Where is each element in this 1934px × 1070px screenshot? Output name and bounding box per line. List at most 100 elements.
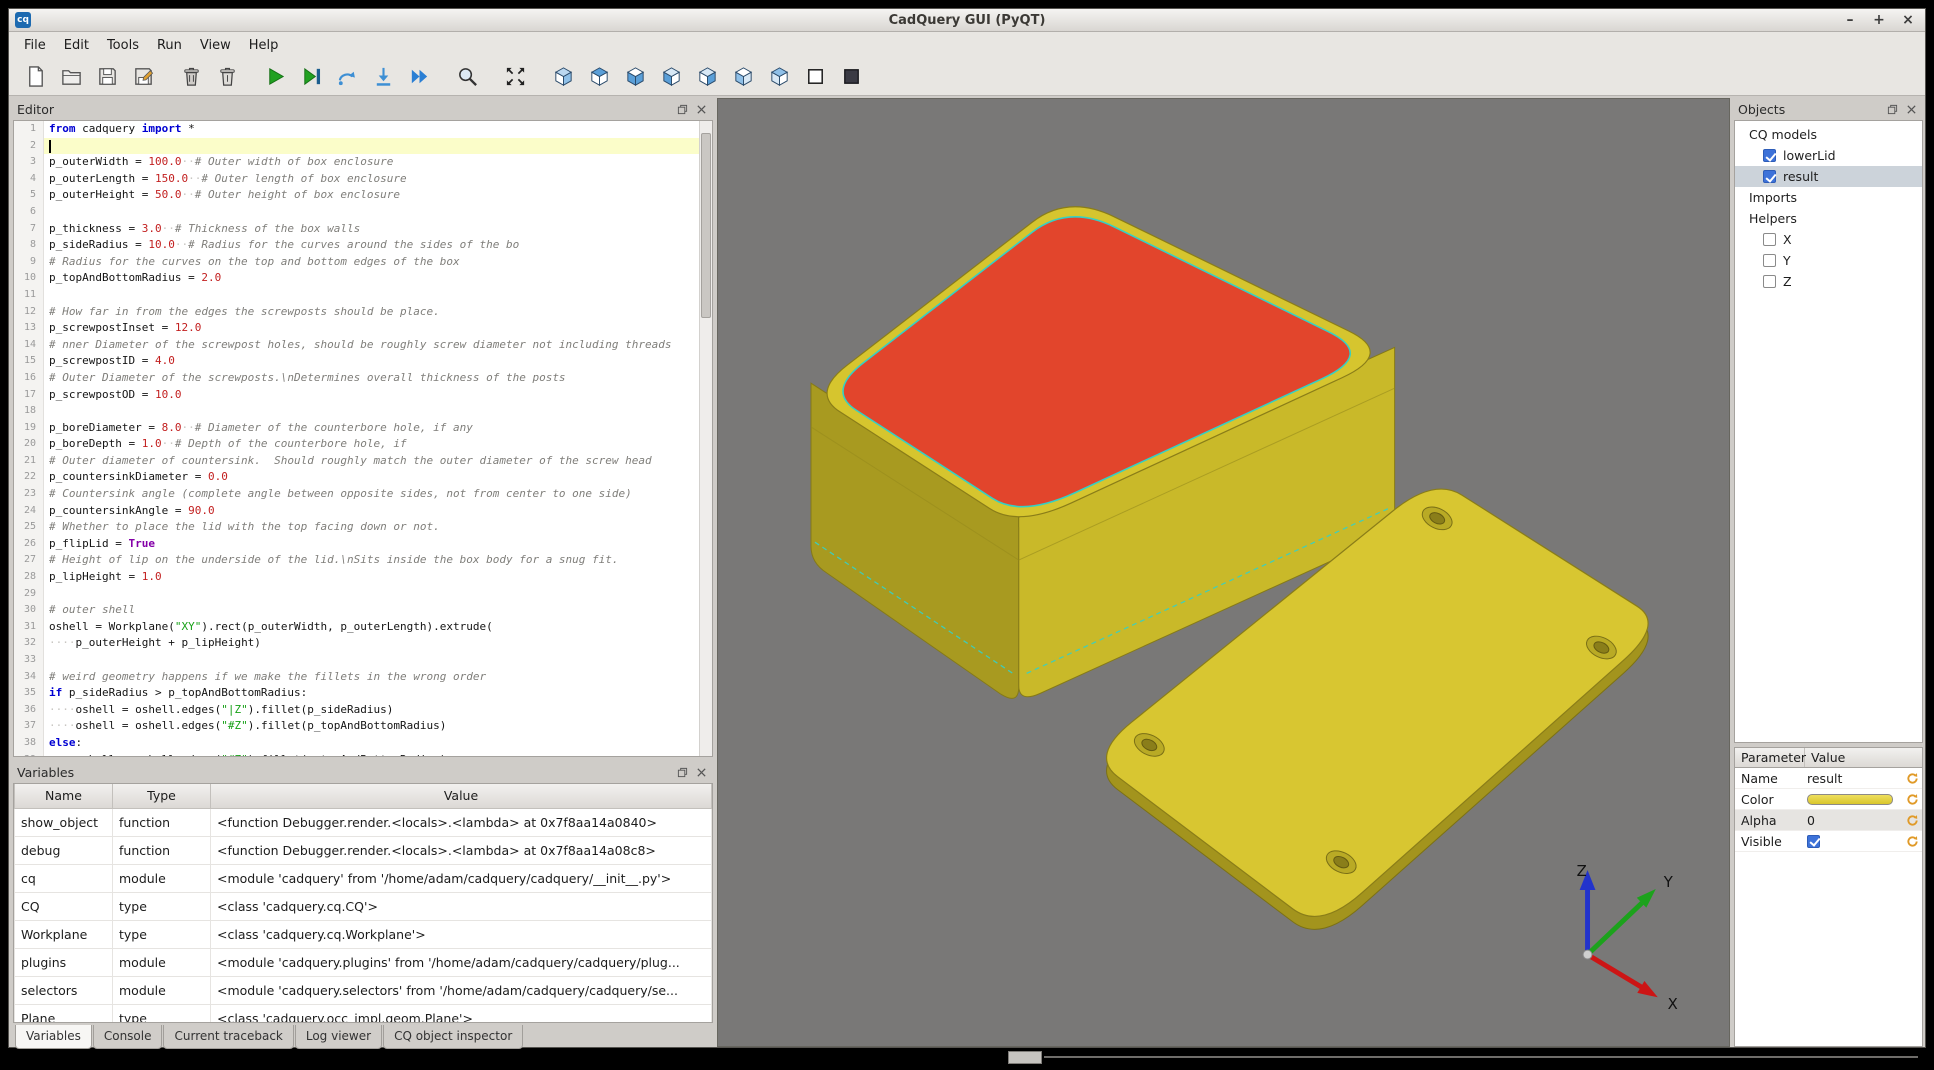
code-line-text: p_topAndBottomRadius = 2.0 bbox=[44, 270, 712, 287]
tree-item-result[interactable]: result bbox=[1735, 166, 1922, 187]
tree-label: Y bbox=[1783, 253, 1791, 268]
checkbox-y[interactable] bbox=[1763, 254, 1776, 267]
variable-cell: <function Debugger.render.<locals>.<lamb… bbox=[211, 808, 712, 836]
save-as-button[interactable] bbox=[129, 63, 157, 91]
visible-checkbox[interactable] bbox=[1807, 835, 1820, 848]
zoom-button[interactable] bbox=[453, 63, 481, 91]
minimize-button[interactable]: – bbox=[1843, 13, 1857, 27]
cube-front-button[interactable] bbox=[729, 63, 757, 91]
properties-header-value[interactable]: Value bbox=[1805, 748, 1851, 767]
tree-label: Imports bbox=[1749, 190, 1797, 205]
color-swatch[interactable] bbox=[1807, 794, 1893, 805]
property-value-color[interactable] bbox=[1805, 794, 1902, 805]
checkbox-x[interactable] bbox=[1763, 233, 1776, 246]
maximize-button[interactable]: + bbox=[1872, 13, 1886, 27]
variable-row-plugins[interactable]: pluginsmodule<module 'cadquery.plugins' … bbox=[15, 948, 712, 976]
close-panel-icon[interactable] bbox=[694, 765, 709, 780]
property-value-visible[interactable] bbox=[1805, 835, 1902, 848]
variables-column-type[interactable]: Type bbox=[113, 784, 211, 808]
tab-cq-object-inspector[interactable]: CQ object inspector bbox=[383, 1025, 523, 1049]
variable-row-debug[interactable]: debugfunction<function Debugger.render.<… bbox=[15, 836, 712, 864]
fit-view-button[interactable] bbox=[501, 63, 529, 91]
step-over-button[interactable] bbox=[333, 63, 361, 91]
close-button[interactable]: × bbox=[1901, 13, 1915, 27]
menu-edit[interactable]: Edit bbox=[55, 34, 98, 57]
cube-iso-button[interactable] bbox=[549, 63, 577, 91]
reset-property-icon[interactable] bbox=[1902, 814, 1922, 827]
line-number: 3 bbox=[14, 154, 44, 171]
variables-column-name[interactable]: Name bbox=[15, 784, 113, 808]
float-panel-icon[interactable] bbox=[675, 765, 690, 780]
open-file-button[interactable] bbox=[57, 63, 85, 91]
checkbox-result[interactable] bbox=[1763, 170, 1776, 183]
reset-property-icon[interactable] bbox=[1902, 835, 1922, 848]
tree-item-helpers[interactable]: Helpers bbox=[1735, 208, 1922, 229]
line-number: 23 bbox=[14, 486, 44, 503]
tree-item-imports[interactable]: Imports bbox=[1735, 187, 1922, 208]
save-button[interactable] bbox=[93, 63, 121, 91]
scrollbar-thumb[interactable] bbox=[701, 133, 711, 318]
tree-item-z[interactable]: Z bbox=[1735, 271, 1922, 292]
tab-current-traceback[interactable]: Current traceback bbox=[163, 1025, 293, 1049]
close-panel-icon[interactable] bbox=[1904, 102, 1919, 117]
run-script-button[interactable] bbox=[261, 63, 289, 91]
variables-column-value[interactable]: Value bbox=[211, 784, 712, 808]
tree-label: X bbox=[1783, 232, 1792, 247]
checkbox-z[interactable] bbox=[1763, 275, 1776, 288]
line-number: 21 bbox=[14, 453, 44, 470]
tab-variables[interactable]: Variables bbox=[15, 1025, 92, 1049]
editor-code[interactable]: 1from cadquery import *23p_outerWidth = … bbox=[13, 120, 713, 757]
tree-item-lowerlid[interactable]: lowerLid bbox=[1735, 145, 1922, 166]
properties-header-parameter[interactable]: Parameter bbox=[1735, 748, 1805, 767]
objects-panel: Objects CQ modelslowerLidresultImportsHe… bbox=[1734, 98, 1923, 743]
cube-bottom-button[interactable] bbox=[621, 63, 649, 91]
trash-alt-button[interactable] bbox=[213, 63, 241, 91]
step-into-button[interactable] bbox=[369, 63, 397, 91]
checkbox-lowerlid[interactable] bbox=[1763, 149, 1776, 162]
float-panel-icon[interactable] bbox=[675, 102, 690, 117]
cube-back-button[interactable] bbox=[765, 63, 793, 91]
variable-row-selectors[interactable]: selectorsmodule<module 'cadquery.selecto… bbox=[15, 976, 712, 1004]
code-line-14: 14# nner Diameter of the screwpost holes… bbox=[14, 337, 712, 354]
property-value-alpha[interactable]: 0 bbox=[1805, 813, 1902, 828]
tab-console[interactable]: Console bbox=[93, 1025, 163, 1049]
text-cursor bbox=[49, 140, 51, 153]
code-line-23: 23# Countersink angle (complete angle be… bbox=[14, 486, 712, 503]
code-line-3: 3p_outerWidth = 100.0··# Outer width of … bbox=[14, 154, 712, 171]
variable-row-Workplane[interactable]: Workplanetype<class 'cadquery.cq.Workpla… bbox=[15, 920, 712, 948]
property-value-name[interactable]: result bbox=[1805, 771, 1902, 786]
line-number: 39 bbox=[14, 752, 44, 757]
variable-row-cq[interactable]: cqmodule<module 'cadquery' from '/home/a… bbox=[15, 864, 712, 892]
menu-view[interactable]: View bbox=[191, 34, 240, 57]
cube-left-button[interactable] bbox=[657, 63, 685, 91]
variable-row-CQ[interactable]: CQtype<class 'cadquery.cq.CQ'> bbox=[15, 892, 712, 920]
editor-scrollbar[interactable] bbox=[699, 121, 712, 756]
tree-item-y[interactable]: Y bbox=[1735, 250, 1922, 271]
close-panel-icon[interactable] bbox=[694, 102, 709, 117]
debug-run-button[interactable] bbox=[297, 63, 325, 91]
cube-top-button[interactable] bbox=[585, 63, 613, 91]
tree-item-cq-models[interactable]: CQ models bbox=[1735, 124, 1922, 145]
tree-item-x[interactable]: X bbox=[1735, 229, 1922, 250]
new-file-button[interactable] bbox=[21, 63, 49, 91]
menu-file[interactable]: File bbox=[15, 34, 55, 57]
code-line-29: 29 bbox=[14, 586, 712, 603]
viewport-3d-canvas[interactable]: Z Y X bbox=[718, 99, 1729, 1046]
reset-property-icon[interactable] bbox=[1902, 772, 1922, 785]
reset-property-icon[interactable] bbox=[1902, 793, 1922, 806]
menu-tools[interactable]: Tools bbox=[98, 34, 148, 57]
menu-run[interactable]: Run bbox=[148, 34, 191, 57]
trash-button[interactable] bbox=[177, 63, 205, 91]
code-line-38: 38else: bbox=[14, 735, 712, 752]
shaded-mode-button[interactable] bbox=[837, 63, 865, 91]
continue-run-button[interactable] bbox=[405, 63, 433, 91]
viewport-3d[interactable]: Z Y X bbox=[717, 98, 1730, 1047]
variable-row-Plane[interactable]: Planetype<class 'cadquery.occ_impl.geom.… bbox=[15, 1004, 712, 1023]
menu-help[interactable]: Help bbox=[240, 34, 288, 57]
variable-row-show_object[interactable]: show_objectfunction<function Debugger.re… bbox=[15, 808, 712, 836]
tab-log-viewer[interactable]: Log viewer bbox=[295, 1025, 382, 1049]
line-number: 37 bbox=[14, 718, 44, 735]
wireframe-mode-button[interactable] bbox=[801, 63, 829, 91]
cube-right-button[interactable] bbox=[693, 63, 721, 91]
float-panel-icon[interactable] bbox=[1885, 102, 1900, 117]
